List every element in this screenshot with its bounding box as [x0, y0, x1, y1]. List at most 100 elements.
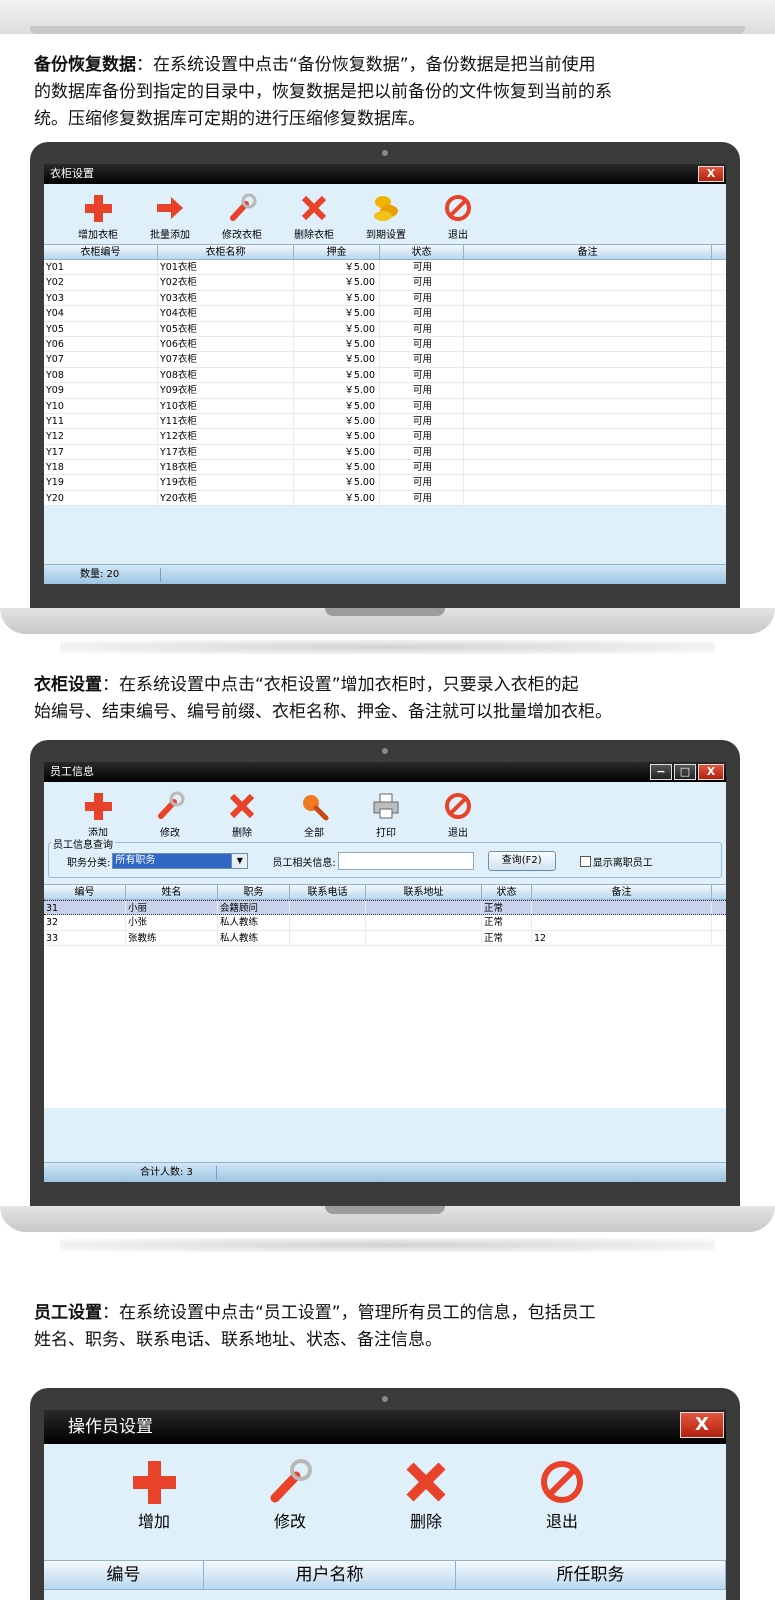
table-row[interactable]: Y11 Y11衣柜 ￥5.00 可用 [44, 413, 726, 430]
table-row[interactable]: Y08 Y08衣柜 ￥5.00 可用 [44, 367, 726, 384]
camera [382, 150, 388, 156]
table-row[interactable]: Y07 Y07衣柜 ￥5.00 可用 [44, 352, 726, 368]
table-cell: 31 [44, 901, 126, 915]
table-row[interactable]: Y18 Y18衣柜 ￥5.00 可用 [44, 460, 726, 476]
table-cell: 私人教练 [218, 915, 290, 930]
close-button[interactable]: X [698, 166, 724, 182]
table-cell [464, 260, 712, 275]
table-row[interactable]: Y17 Y17衣柜 ￥5.00 可用 [44, 444, 726, 461]
table-cell: ￥5.00 [294, 429, 380, 444]
col-address[interactable]: 联系地址 [366, 885, 482, 899]
table-row[interactable]: Y04 Y04衣柜 ￥5.00 可用 [44, 306, 726, 322]
category-select[interactable]: 所有职务 ▼ [112, 853, 249, 869]
edit-label: 修改 [160, 828, 180, 839]
edit-operator-button[interactable]: 修改 [222, 1458, 358, 1534]
query-button[interactable]: 查询(F2) [487, 851, 556, 871]
chevron-down-icon[interactable]: ▼ [231, 854, 248, 868]
delete-locker-button[interactable]: 删除衣柜 [278, 192, 350, 244]
table-row[interactable]: Y20 Y20衣柜 ￥5.00 可用 [44, 490, 726, 507]
expiry-settings-button[interactable]: 到期设置 [350, 192, 422, 244]
table-row[interactable]: 31 小丽 会籍顾问 正常 [44, 900, 726, 916]
staff-toolbar: 添加 修改 删除 全部 打印 退出 [44, 782, 726, 842]
exit-button[interactable]: 退出 [494, 1458, 630, 1534]
exit-button[interactable]: 退出 [422, 790, 494, 842]
staff-info-input[interactable] [337, 852, 474, 870]
col-username[interactable]: 用户名称 [204, 1561, 456, 1589]
table-cell: Y12 [44, 429, 158, 444]
table-cell: Y04衣柜 [158, 306, 294, 321]
table-cell: Y17 [44, 444, 158, 460]
table-row[interactable]: Y10 Y10衣柜 ￥5.00 可用 [44, 398, 726, 414]
table-row[interactable]: Y09 Y09衣柜 ￥5.00 可用 [44, 383, 726, 399]
col-position[interactable]: 所任职务 [456, 1561, 726, 1589]
col-position[interactable]: 职务 [218, 885, 290, 899]
col-locker-name[interactable]: 衣柜名称 [158, 245, 294, 259]
table-cell: Y07 [44, 352, 158, 367]
table-cell: 可用 [380, 429, 464, 444]
add-staff-button[interactable]: 添加 [62, 790, 134, 842]
delete-label: 删除 [232, 828, 252, 839]
table-row[interactable]: 33 张教练 私人教练 正常 12 [44, 930, 726, 947]
wrench-icon [230, 193, 257, 221]
table-cell: Y06衣柜 [158, 336, 294, 352]
col-status[interactable]: 状态 [482, 885, 532, 899]
locker-window: 衣柜设置 X 增加衣柜 批量添加 修改衣柜 删除衣柜 到期设置 退出 衣柜编号 … [44, 164, 726, 584]
table-cell [366, 915, 482, 930]
laptop-shadow [60, 1238, 715, 1252]
close-button[interactable]: X [680, 1412, 724, 1438]
edit-locker-button[interactable]: 修改衣柜 [206, 192, 278, 244]
backup-text-line3: 统。压缩修复数据库可定期的进行压缩修复数据库。 [34, 109, 425, 129]
table-cell [464, 306, 712, 321]
window-titlebar: 衣柜设置 X [44, 164, 726, 184]
exit-button[interactable]: 退出 [422, 192, 494, 244]
table-cell: ￥5.00 [294, 444, 380, 460]
table-cell: 可用 [380, 306, 464, 321]
batch-add-button[interactable]: 批量添加 [134, 192, 206, 244]
delete-locker-label: 删除衣柜 [294, 230, 334, 241]
table-row[interactable]: Y03 Y03衣柜 ￥5.00 可用 [44, 290, 726, 307]
table-cell: ￥5.00 [294, 475, 380, 490]
table-cell: ￥5.00 [294, 460, 380, 475]
table-row[interactable]: Y06 Y06衣柜 ￥5.00 可用 [44, 336, 726, 353]
exit-label: 退出 [448, 828, 468, 839]
staff-paragraph: 员工设置：在系统设置中点击“员工设置”，管理所有员工的信息，包括员工 姓名、职务… [34, 1300, 749, 1354]
col-id[interactable]: 编号 [44, 885, 126, 899]
table-cell: ￥5.00 [294, 275, 380, 290]
edit-label: 修改 [273, 1512, 306, 1531]
edit-staff-button[interactable]: 修改 [134, 790, 206, 842]
col-status[interactable]: 状态 [380, 245, 464, 259]
table-cell: Y09衣柜 [158, 383, 294, 398]
window-title: 衣柜设置 [50, 167, 94, 180]
close-button[interactable]: X [698, 764, 724, 780]
show-all-button[interactable]: 全部 [278, 790, 350, 842]
show-resigned-checkbox[interactable] [579, 855, 591, 867]
col-locker-id[interactable]: 衣柜编号 [44, 245, 158, 259]
col-deposit[interactable]: 押金 [294, 245, 380, 259]
table-row[interactable]: 32 小张 私人教练 正常 [44, 915, 726, 931]
table-row[interactable]: Y19 Y19衣柜 ￥5.00 可用 [44, 475, 726, 491]
add-locker-button[interactable]: 增加衣柜 [62, 192, 134, 244]
col-name[interactable]: 姓名 [126, 885, 218, 899]
staff-text-line1: ：在系统设置中点击“员工设置”，管理所有员工的信息，包括员工 [102, 1303, 596, 1323]
table-row[interactable]: Y01 Y01衣柜 ￥5.00 可用 [44, 260, 726, 276]
col-remark[interactable]: 备注 [464, 245, 712, 259]
exit-label: 退出 [545, 1512, 578, 1531]
col-id[interactable]: 编号 [44, 1561, 204, 1589]
table-cell: ￥5.00 [294, 290, 380, 306]
table-cell: 33 [44, 930, 126, 946]
delete-staff-button[interactable]: 删除 [206, 790, 278, 842]
table-row[interactable]: Y12 Y12衣柜 ￥5.00 可用 [44, 429, 726, 445]
add-operator-button[interactable]: 增加 [86, 1458, 222, 1534]
plus-icon [133, 1461, 176, 1504]
table-cell: Y20 [44, 490, 158, 506]
table-row[interactable]: Y02 Y02衣柜 ￥5.00 可用 [44, 275, 726, 291]
table-cell: Y20衣柜 [158, 490, 294, 506]
table-row[interactable]: Y05 Y05衣柜 ￥5.00 可用 [44, 321, 726, 337]
delete-operator-button[interactable]: 删除 [358, 1458, 494, 1534]
maximize-button[interactable]: □ [674, 764, 696, 780]
minimize-button[interactable]: − [650, 764, 672, 780]
search-legend: 员工信息查询 [51, 836, 115, 851]
col-remark[interactable]: 备注 [532, 885, 712, 899]
print-button[interactable]: 打印 [350, 790, 422, 842]
col-phone[interactable]: 联系电话 [290, 885, 366, 899]
